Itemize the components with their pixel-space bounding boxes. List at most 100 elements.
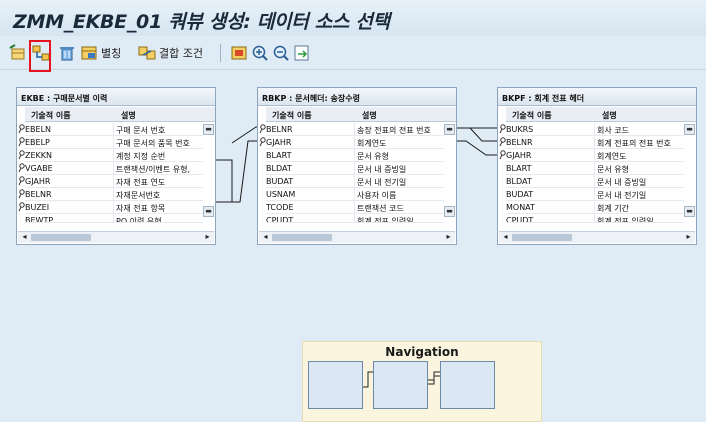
vertical-scrollbar[interactable]: ▬ ▬ — [203, 122, 214, 218]
scroll-up-button[interactable]: ▬ — [203, 124, 214, 135]
scroll-up-button[interactable]: ▬ — [444, 124, 455, 135]
table-row[interactable]: BLART 문서 유형 — [258, 149, 456, 162]
table-row[interactable]: BELNR 송장 전표의 전표 번호 — [258, 123, 456, 136]
field-tech-name: BLDAT — [266, 164, 292, 173]
scroll-thumb[interactable] — [512, 234, 572, 241]
column-header-description: 설명 — [362, 111, 377, 120]
table-row[interactable]: TCODE 트랜잭션 코드 — [258, 201, 456, 214]
field-tech-name: BELNR — [506, 138, 533, 147]
join-line — [455, 140, 497, 156]
navigation-panel[interactable]: Navigation — [302, 341, 542, 422]
scroll-down-button[interactable]: ▬ — [444, 206, 455, 217]
key-icon — [18, 189, 25, 199]
field-tech-name: EBELN — [25, 125, 52, 134]
field-tech-name: BLART — [506, 164, 532, 173]
table-ekbe[interactable]: EKBE : 구매문서별 이력 기술적 이름 설명 EBELN 구매 문서 번호 E… — [16, 87, 216, 245]
table-row[interactable]: BLDAT 문서 내 증빙일 — [498, 175, 696, 188]
table-row[interactable]: EBELN 구매 문서 번호 — [17, 123, 215, 136]
table-row[interactable]: GJAHR 자재 전표 연도 — [17, 175, 215, 188]
field-tech-name: BUDAT — [506, 190, 534, 199]
table-row[interactable]: BLDAT 문서 내 증빙일 — [258, 162, 456, 175]
scroll-right-button[interactable]: ▸ — [202, 232, 213, 243]
table-row[interactable]: MONAT 회계 기간 — [498, 201, 696, 214]
column-header-row: 기술적 이름 설명 — [266, 107, 456, 122]
table-row[interactable]: GJAHR 회계연도 — [258, 136, 456, 149]
navigation-links — [363, 371, 440, 388]
key-icon — [499, 124, 506, 134]
key-icon — [18, 137, 25, 147]
table-rbkp[interactable]: RBKP : 문서헤더: 송장수령 기술적 이름 설명 BELNR 송장 전표의 … — [257, 87, 457, 245]
row-divider — [506, 222, 684, 223]
field-tech-name: VGABE — [25, 164, 53, 173]
column-header-row: 기술적 이름 설명 — [25, 107, 215, 122]
column-header-tech-name: 기술적 이름 — [31, 111, 71, 120]
table-row[interactable]: BUZEI 자재 전표 항목 — [17, 201, 215, 214]
scroll-down-button[interactable]: ▬ — [684, 206, 695, 217]
field-tech-name: BELNR — [25, 190, 52, 199]
scroll-thumb[interactable] — [272, 234, 332, 241]
row-divider — [25, 222, 203, 223]
key-icon — [18, 150, 25, 160]
table-row[interactable]: CPUDT 회계 전표 입력일 — [498, 214, 696, 223]
scroll-left-button[interactable]: ◂ — [500, 232, 511, 243]
join-line — [232, 140, 257, 203]
key-icon — [18, 202, 25, 212]
horizontal-scrollbar[interactable]: ◂ ▸ — [499, 231, 695, 243]
table-row[interactable]: EBELP 구매 문서의 품목 번호 — [17, 136, 215, 149]
field-tech-name: BLDAT — [506, 177, 532, 186]
key-icon — [18, 176, 25, 186]
field-tech-name: BUKRS — [506, 125, 534, 134]
table-row[interactable]: USNAM 사용자 이름 — [258, 188, 456, 201]
table-row[interactable]: BEWTP PO 이력 유형 — [17, 214, 215, 223]
field-tech-name: BELNR — [266, 125, 293, 134]
scroll-left-button[interactable]: ◂ — [260, 232, 271, 243]
scroll-thumb[interactable] — [31, 234, 91, 241]
table-row[interactable]: BUDAT 문서 내 전기일 — [498, 188, 696, 201]
field-tech-name: USNAM — [266, 190, 296, 199]
field-tech-name: GJAHR — [506, 151, 532, 160]
table-row[interactable]: BUKRS 회사 코드 — [498, 123, 696, 136]
field-tech-name: BLART — [266, 151, 292, 160]
scroll-left-button[interactable]: ◂ — [19, 232, 30, 243]
field-tech-name: MONAT — [506, 203, 535, 212]
horizontal-scrollbar[interactable]: ◂ ▸ — [18, 231, 214, 243]
field-tech-name: TCODE — [266, 203, 294, 212]
scroll-right-button[interactable]: ▸ — [443, 232, 454, 243]
horizontal-scrollbar[interactable]: ◂ ▸ — [259, 231, 455, 243]
column-header-row: 기술적 이름 설명 — [506, 107, 696, 122]
table-row[interactable]: BELNR 회계 전표의 전표 번호 — [498, 136, 696, 149]
key-icon — [18, 163, 25, 173]
key-icon — [259, 124, 266, 134]
table-header: RBKP : 문서헤더: 송장수령 — [258, 88, 456, 106]
row-divider — [266, 222, 444, 223]
column-header-description: 설명 — [121, 111, 136, 120]
scroll-right-button[interactable]: ▸ — [683, 232, 694, 243]
vertical-scrollbar[interactable]: ▬ ▬ — [684, 122, 695, 218]
column-header-tech-name: 기술적 이름 — [512, 111, 552, 120]
table-row[interactable]: BLART 문서 유형 — [498, 162, 696, 175]
field-tech-name: ZEKKN — [25, 151, 53, 160]
field-tech-name: GJAHR — [266, 138, 292, 147]
table-header: BKPF : 회계 전표 헤더 — [498, 88, 696, 106]
table-row[interactable]: ZEKKN 계정 지정 순번 — [17, 149, 215, 162]
scroll-up-button[interactable]: ▬ — [684, 124, 695, 135]
key-icon — [18, 124, 25, 134]
field-tech-name: BUZEI — [25, 203, 50, 212]
table-row[interactable]: BELNR 자재문서번호 — [17, 188, 215, 201]
table-row[interactable]: CPUDT 회계 전표 입력일 — [258, 214, 456, 223]
table-row[interactable]: GJAHR 회계연도 — [498, 149, 696, 162]
key-icon — [499, 150, 506, 160]
field-tech-name: EBELP — [25, 138, 50, 147]
table-header: EKBE : 구매문서별 이력 — [17, 88, 215, 106]
table-row[interactable]: BUDAT 문서 내 전기일 — [258, 175, 456, 188]
join-line — [455, 127, 497, 142]
table-row[interactable]: VGABE 트랜잭션/이벤트 유형, — [17, 162, 215, 175]
scroll-down-button[interactable]: ▬ — [203, 206, 214, 217]
vertical-scrollbar[interactable]: ▬ ▬ — [444, 122, 455, 218]
key-icon — [499, 137, 506, 147]
table-bkpf[interactable]: BKPF : 회계 전표 헤더 기술적 이름 설명 BUKRS 회사 코드 BELN… — [497, 87, 697, 245]
field-tech-name: GJAHR — [25, 177, 51, 186]
field-tech-name: BUDAT — [266, 177, 294, 186]
join-line — [216, 159, 233, 203]
column-header-description: 설명 — [602, 111, 617, 120]
